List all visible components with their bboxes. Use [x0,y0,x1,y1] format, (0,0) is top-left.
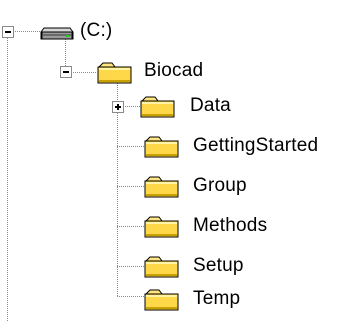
tree-line [117,146,144,147]
folder-tree: (C:) Biocad Data GettingStarted Group Me… [0,0,364,321]
drive-label: (C:) [80,20,113,41]
folder-icon [97,62,132,84]
tree-line [117,296,144,297]
methods-label: Methods [193,215,268,236]
tree-line [117,226,144,227]
group-label: Group [193,175,247,196]
folder-icon [144,136,179,158]
minus-icon [63,71,69,73]
tree-line [117,266,144,267]
temp-label: Temp [193,288,241,309]
folder-icon [144,289,179,311]
tree-line [122,106,140,107]
tree-line [7,30,8,321]
folder-icon [144,176,179,198]
tree-line [70,72,96,73]
collapse-drive-toggle[interactable] [2,26,14,38]
drive-icon [40,27,74,40]
tree-line [117,186,144,187]
biocad-label: Biocad [144,60,204,81]
setup-label: Setup [193,255,244,276]
data-label: Data [190,95,231,116]
folder-icon [140,96,175,118]
folder-icon [144,256,179,278]
expand-data-toggle[interactable] [112,101,124,113]
minus-icon [5,31,11,33]
collapse-biocad-toggle[interactable] [60,66,72,78]
folder-icon [144,216,179,238]
gettingstarted-label: GettingStarted [193,135,319,156]
